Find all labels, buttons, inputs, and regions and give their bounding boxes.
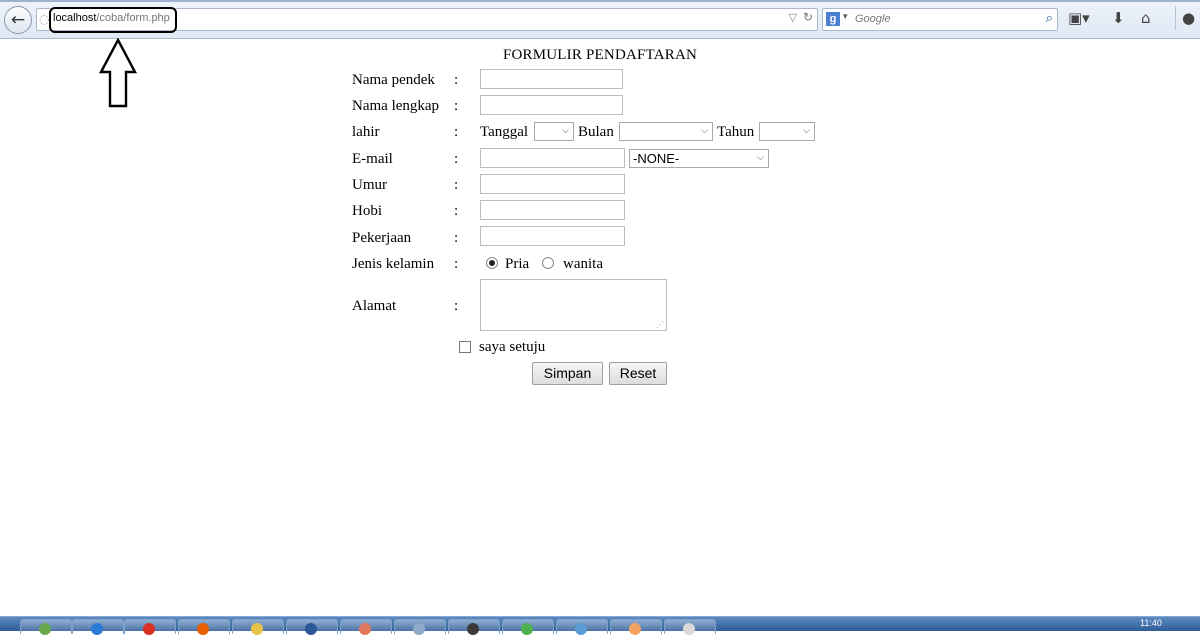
app-icon (39, 623, 51, 635)
taskbar-app-11[interactable] (610, 619, 662, 635)
addon-icon[interactable]: ● (1182, 9, 1195, 27)
tanggal-select[interactable]: ⌵ (534, 122, 574, 141)
agree-checkbox[interactable] (459, 341, 471, 353)
app-icon (683, 623, 695, 635)
email-input[interactable] (480, 148, 625, 168)
colon: : (454, 151, 459, 167)
taskbar-clock: 11:40 (1140, 618, 1162, 628)
taskbar-app-explorer[interactable] (232, 619, 284, 635)
label-hobi: Hobi (352, 203, 382, 219)
colon: : (454, 256, 459, 272)
label-tahun: Tahun (717, 124, 755, 140)
label-lahir: lahir (352, 124, 380, 140)
taskbar-app-12[interactable] (664, 619, 716, 635)
taskbar-app-7[interactable] (394, 619, 446, 635)
colon: : (454, 124, 459, 140)
pekerjaan-input[interactable] (480, 226, 625, 246)
taskbar-app-9[interactable] (502, 619, 554, 635)
label-bulan: Bulan (578, 124, 614, 140)
label-alamat: Alamat (352, 298, 397, 314)
taskbar-app-chrome[interactable] (124, 619, 176, 635)
taskbar: 11:40 (0, 616, 1200, 635)
reset-button[interactable]: Reset (609, 362, 667, 385)
email-domain-select[interactable]: -NONE- ⌵ (629, 149, 769, 168)
colon: : (454, 298, 459, 314)
label-tanggal: Tanggal (480, 124, 529, 140)
taskbar-app-ie[interactable] (72, 619, 124, 635)
home-icon[interactable]: ⌂ (1141, 9, 1151, 27)
umur-input[interactable] (480, 174, 625, 194)
taskbar-app-6[interactable] (340, 619, 392, 635)
form-title: FORMULIR PENDAFTARAN (502, 47, 698, 63)
registration-form: FORMULIR PENDAFTARAN Nama pendek : Nama … (0, 40, 1200, 616)
radio-pria[interactable] (486, 257, 498, 269)
app-icon (629, 623, 641, 635)
word-icon (305, 623, 317, 635)
reload-icon[interactable]: ↻ (803, 10, 813, 24)
site-identity-icon: ◌ (39, 12, 50, 26)
search-placeholder: Google (855, 13, 891, 25)
chevron-down-icon: ⌵ (757, 153, 764, 163)
url-path: /coba/form.php (96, 12, 170, 24)
ie-icon (91, 623, 103, 635)
chrome-icon (143, 623, 155, 635)
resize-grip-icon[interactable]: ⋰ (656, 320, 664, 329)
address-bar[interactable]: ◌ localhost/coba/form.php ▽ ↻ (36, 7, 818, 33)
app-icon (521, 623, 533, 635)
tahun-select[interactable]: ⌵ (759, 122, 815, 141)
folder-icon (251, 623, 263, 635)
back-arrow-icon: ← (10, 10, 26, 30)
nama-lengkap-input[interactable] (480, 95, 623, 115)
simpan-button[interactable]: Simpan (532, 362, 603, 385)
colon: : (454, 203, 459, 219)
nama-pendek-input[interactable] (480, 69, 623, 89)
url-host: localhost (53, 12, 97, 24)
label-wanita: wanita (563, 256, 603, 272)
app-icon (575, 623, 587, 635)
chevron-down-icon: ⌵ (701, 126, 708, 136)
chevron-down-icon: ⌵ (803, 126, 810, 136)
engine-dropdown-icon[interactable]: ▾ (843, 12, 848, 22)
label-umur: Umur (352, 177, 387, 193)
downloads-icon[interactable]: ⬇ (1112, 9, 1125, 27)
firefox-icon (197, 623, 209, 635)
google-engine-icon[interactable]: g (826, 12, 840, 26)
taskbar-app-10[interactable] (556, 619, 608, 635)
bulan-select[interactable]: ⌵ (619, 122, 713, 141)
chevron-down-icon: ⌵ (562, 126, 569, 136)
label-email: E-mail (352, 151, 393, 167)
taskbar-app-8[interactable] (448, 619, 500, 635)
search-bar[interactable]: g ▾ Google ⌕ (822, 8, 1058, 31)
radio-wanita[interactable] (542, 257, 554, 269)
colon: : (454, 98, 459, 114)
colon: : (454, 72, 459, 88)
label-pria: Pria (505, 256, 530, 272)
magnifier-icon[interactable]: ⌕ (1046, 11, 1053, 26)
label-nama-pendek: Nama pendek (352, 72, 435, 88)
hobi-input[interactable] (480, 200, 625, 220)
app-icon (359, 623, 371, 635)
app-icon (413, 623, 425, 635)
alamat-textarea[interactable]: ⋰ (480, 279, 667, 331)
taskbar-app-word[interactable] (286, 619, 338, 635)
label-jenis-kelamin: Jenis kelamin (352, 256, 435, 272)
colon: : (454, 177, 459, 193)
colon: : (454, 230, 459, 246)
tab-strip-edge (0, 0, 1200, 2)
url-history-dropdown-icon[interactable]: ▽ (789, 11, 797, 24)
agree-label: saya setuju (479, 339, 546, 355)
email-domain-value: -NONE- (633, 151, 680, 166)
app-icon (467, 623, 479, 635)
back-button[interactable]: ← (4, 6, 32, 34)
label-pekerjaan: Pekerjaan (352, 230, 412, 246)
label-nama-lengkap: Nama lengkap (352, 98, 440, 114)
bookmarks-menu-icon[interactable]: ▣▾ (1068, 9, 1090, 27)
url-text: localhost/coba/form.php (53, 12, 170, 24)
taskbar-app-1[interactable] (20, 619, 72, 635)
taskbar-app-firefox[interactable] (178, 619, 230, 635)
browser-toolbar: ← ◌ localhost/coba/form.php ▽ ↻ g ▾ Goog… (0, 0, 1200, 39)
